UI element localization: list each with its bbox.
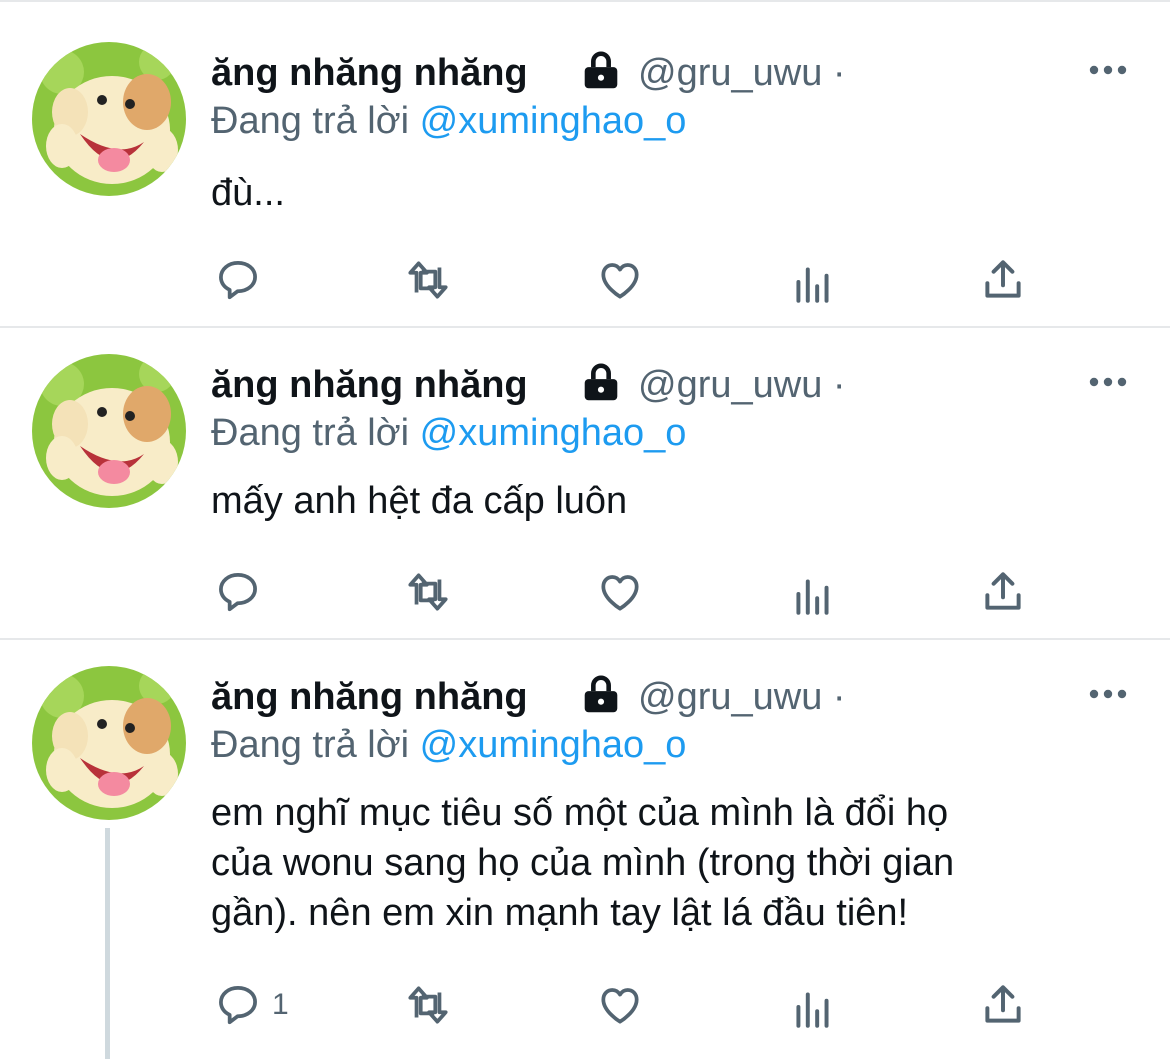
more-icon[interactable]: [1086, 60, 1130, 80]
more-icon[interactable]: [1086, 684, 1130, 704]
share-button[interactable]: [978, 254, 1028, 304]
like-icon: [601, 263, 639, 299]
reply-button[interactable]: [213, 255, 263, 305]
tweet-2[interactable]: ăng nhăng nhăng @gru_uwu · Đang trả lời …: [0, 312, 1170, 639]
retweet-icon: [408, 261, 448, 299]
reply-prefix: Đang trả lời: [211, 724, 410, 766]
handle[interactable]: @gru_uwu ·: [638, 362, 846, 408]
reply-button[interactable]: [213, 567, 263, 617]
handle[interactable]: @gru_uwu ·: [638, 50, 846, 96]
reply-button[interactable]: [213, 980, 263, 1030]
tweet-text-line: gần). nên em xin mạnh tay lật lá đầu tiê…: [211, 892, 909, 934]
tweet-1[interactable]: ăng nhăng nhăng @gru_uwu · Đang trả lời …: [0, 0, 1170, 327]
display-name[interactable]: ăng nhăng nhăng: [211, 50, 528, 96]
analytics-icon: [796, 267, 829, 303]
reply-icon: [219, 261, 257, 300]
reply-mention[interactable]: @xuminghao_o: [420, 100, 687, 142]
avatar[interactable]: [32, 666, 186, 820]
tweet-text: mấy anh hệt đa cấp luôn: [211, 480, 628, 522]
lock-icon: [584, 363, 618, 401]
reply-count: 1: [272, 988, 289, 1021]
share-icon: [985, 572, 1021, 610]
avatar-image: [32, 666, 186, 820]
tweet-text: đù...: [211, 172, 285, 214]
avatar-image: [32, 42, 186, 196]
reply-icon: [219, 573, 257, 612]
avatar[interactable]: [32, 42, 186, 196]
retweet-button[interactable]: [403, 567, 453, 617]
display-name[interactable]: ăng nhăng nhăng: [211, 674, 528, 720]
display-name[interactable]: ăng nhăng nhăng: [211, 362, 528, 408]
share-icon: [985, 985, 1021, 1023]
reply-icon: [219, 986, 257, 1025]
like-button[interactable]: [595, 980, 645, 1030]
tweet-text: em nghĩ mục tiêu số một của mình là đổi …: [211, 788, 1131, 938]
more-icon[interactable]: [1086, 372, 1130, 392]
analytics-button[interactable]: [788, 257, 838, 307]
reply-prefix: Đang trả lời: [211, 100, 410, 142]
handle[interactable]: @gru_uwu ·: [638, 674, 846, 720]
retweet-icon: [408, 573, 448, 611]
retweet-button[interactable]: [403, 980, 453, 1030]
retweet-icon: [408, 986, 448, 1024]
lock-icon: [584, 51, 618, 89]
like-icon: [601, 575, 639, 611]
avatar-image: [32, 354, 186, 508]
like-icon: [601, 988, 639, 1024]
analytics-button[interactable]: [788, 569, 838, 619]
reply-context: Đang trả lời @xuminghao_o: [211, 410, 686, 456]
share-button[interactable]: [978, 566, 1028, 616]
tweet-text-line: của wonu sang họ của mình (trong thời gi…: [211, 842, 955, 884]
retweet-button[interactable]: [403, 255, 453, 305]
reply-mention[interactable]: @xuminghao_o: [420, 724, 687, 766]
lock-icon: [584, 675, 618, 713]
reply-context: Đang trả lời @xuminghao_o: [211, 722, 686, 768]
share-icon: [985, 260, 1021, 298]
like-button[interactable]: [595, 567, 645, 617]
reply-mention[interactable]: @xuminghao_o: [420, 412, 687, 454]
reply-prefix: Đang trả lời: [211, 412, 410, 454]
avatar[interactable]: [32, 354, 186, 508]
tweet-3[interactable]: ăng nhăng nhăng @gru_uwu · Đang trả lời …: [0, 624, 1170, 1059]
analytics-icon: [796, 579, 829, 615]
tweet-text-line: em nghĩ mục tiêu số một của mình là đổi …: [211, 792, 949, 834]
like-button[interactable]: [595, 255, 645, 305]
analytics-icon: [796, 992, 829, 1028]
reply-context: Đang trả lời @xuminghao_o: [211, 98, 686, 144]
share-button[interactable]: [978, 979, 1028, 1029]
analytics-button[interactable]: [788, 982, 838, 1032]
